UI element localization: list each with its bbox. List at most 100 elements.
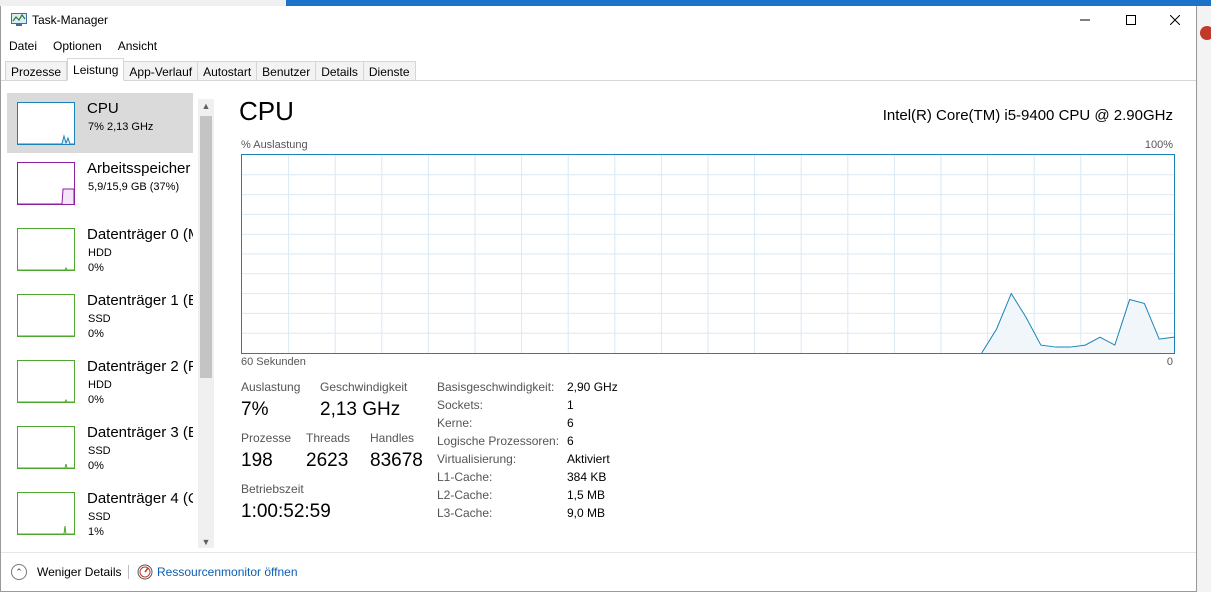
background-app: [1198, 0, 1211, 592]
sidebar-item-detail: HDD 0%: [88, 246, 112, 276]
less-details-link[interactable]: Weniger Details: [37, 565, 121, 579]
stat-label-betriebszeit: Betriebszeit: [241, 482, 304, 496]
graph-label-utilization: % Auslastung: [241, 139, 308, 151]
resource-monitor-icon[interactable]: [137, 564, 153, 580]
stat-value-prozesse: 198: [241, 450, 273, 471]
spec-value: 6: [567, 434, 574, 448]
sidebar-item-title: Arbeitsspeicher: [87, 160, 191, 177]
menu-datei[interactable]: Datei: [1, 36, 45, 56]
resource-monitor-link[interactable]: Ressourcenmonitor öffnen: [157, 565, 298, 579]
footer-bar: ⌃ Weniger Details Ressourcenmonitor öffn…: [1, 552, 1196, 590]
graph-label-max: 100%: [1144, 139, 1173, 151]
minimize-button[interactable]: [1062, 6, 1108, 34]
spec-label: Virtualisierung:: [437, 452, 517, 466]
disk-type: SSD: [88, 445, 111, 457]
sidebar-scrollbar[interactable]: ▲ ▼: [198, 99, 214, 548]
sidebar-item-title: Datenträger 3 (E: [87, 424, 193, 441]
disk-thumbnail-graph: [17, 294, 75, 337]
spec-value: 2,90 GHz: [567, 380, 618, 394]
stat-value-betriebszeit: 1:00:52:59: [241, 501, 331, 522]
tab-autostart[interactable]: Autostart: [198, 61, 258, 81]
spec-label: L3-Cache:: [437, 506, 493, 520]
sidebar-item-datentraeger-3[interactable]: Datenträger 3 (E SSD 0%: [7, 417, 193, 477]
spec-value: Aktiviert: [567, 452, 610, 466]
disk-usage: 0%: [88, 328, 104, 340]
disk-thumbnail-graph: [17, 492, 75, 535]
stat-label-geschwindigkeit: Geschwindigkeit: [320, 380, 408, 394]
stat-label-auslastung: Auslastung: [241, 380, 301, 394]
stat-label-prozesse: Prozesse: [241, 431, 292, 445]
disk-usage: 0%: [88, 460, 104, 472]
cpu-usage-area: [981, 293, 1174, 353]
sidebar-item-detail: SSD 1%: [88, 510, 111, 540]
sidebar-item-datentraeger-2[interactable]: Datenträger 2 (F HDD 0%: [7, 351, 193, 411]
task-manager-window: Task-Manager Datei Optionen Ansicht Proz…: [0, 6, 1197, 592]
sidebar-item-title: Datenträger 2 (F: [87, 358, 193, 375]
sidebar-item-datentraeger-1[interactable]: Datenträger 1 (E SSD 0%: [7, 285, 193, 345]
disk-type: HDD: [88, 379, 112, 391]
disk-type: HDD: [88, 247, 112, 259]
sidebar-item-title: Datenträger 1 (E: [87, 292, 193, 309]
menu-optionen[interactable]: Optionen: [45, 36, 110, 56]
tab-app-verlauf[interactable]: App-Verlauf: [124, 61, 199, 81]
tab-details[interactable]: Details: [316, 61, 364, 81]
stat-label-handles: Handles: [370, 431, 415, 445]
stat-label-threads: Threads: [306, 431, 351, 445]
cpu-usage-graph-svg: [242, 155, 1174, 353]
page-title: CPU: [239, 96, 294, 126]
graph-label-time: 60 Sekunden: [241, 356, 306, 368]
chevron-up-icon[interactable]: ⌃: [11, 564, 27, 580]
background-blue-bar: [1198, 0, 1211, 6]
sidebar-item-detail: HDD 0%: [88, 378, 112, 408]
sidebar-item-datentraeger-4[interactable]: Datenträger 4 (C SSD 1%: [7, 483, 193, 543]
sidebar-item-title: Datenträger 0 (M: [87, 226, 193, 243]
close-button[interactable]: [1152, 6, 1198, 34]
spec-label: L1-Cache:: [437, 470, 493, 484]
tab-leistung[interactable]: Leistung: [67, 58, 125, 81]
graph-label-zero: 0: [1166, 356, 1173, 368]
background-badge-icon: [1200, 26, 1211, 40]
sidebar-item-detail: SSD 0%: [88, 312, 111, 342]
menu-bar: Datei Optionen Ansicht: [1, 36, 165, 56]
footer-separator: [128, 565, 129, 579]
spec-value: 1,5 MB: [567, 488, 606, 502]
spec-label: L2-Cache:: [437, 488, 493, 502]
sidebar-item-title: Datenträger 4 (C: [87, 490, 193, 507]
close-icon: [1170, 15, 1180, 25]
scrollbar-thumb[interactable]: [200, 116, 212, 378]
disk-usage: 0%: [88, 394, 104, 406]
maximize-icon: [1126, 15, 1136, 25]
tab-prozesse[interactable]: Prozesse: [5, 61, 68, 81]
tab-dienste[interactable]: Dienste: [363, 61, 416, 81]
cpu-model: Intel(R) Core(TM) i5-9400 CPU @ 2.90GHz: [882, 107, 1173, 124]
spec-value: 1: [567, 398, 574, 412]
scroll-down-arrow-icon[interactable]: ▼: [198, 535, 214, 548]
scroll-up-arrow-icon[interactable]: ▲: [198, 99, 214, 113]
sidebar-item-detail: 7% 2,13 GHz: [88, 121, 154, 133]
spec-value: 9,0 MB: [567, 506, 606, 520]
window-title: Task-Manager: [32, 13, 109, 27]
sidebar-item-datentraeger-0[interactable]: Datenträger 0 (M HDD 0%: [7, 219, 193, 279]
cpu-usage-graph: [241, 154, 1175, 354]
spec-label: Logische Prozessoren:: [437, 434, 560, 448]
tab-benutzer[interactable]: Benutzer: [257, 61, 317, 81]
task-manager-icon: [11, 13, 27, 26]
sidebar-item-cpu[interactable]: CPU 7% 2,13 GHz: [7, 93, 193, 153]
disk-type: SSD: [88, 511, 111, 523]
disk-usage: 1%: [88, 526, 104, 538]
stat-value-handles: 83678: [370, 450, 423, 471]
memory-thumbnail-graph: [17, 162, 75, 205]
stat-value-auslastung: 7%: [241, 399, 269, 420]
disk-thumbnail-graph: [17, 360, 75, 403]
sidebar-item-arbeitsspeicher[interactable]: Arbeitsspeicher 5,9/15,9 GB (37%): [7, 153, 193, 213]
title-bar[interactable]: Task-Manager: [1, 6, 1196, 34]
tab-bar: Prozesse Leistung App-Verlauf Autostart …: [5, 58, 416, 81]
disk-thumbnail-graph: [17, 426, 75, 469]
menu-ansicht[interactable]: Ansicht: [110, 36, 165, 56]
maximize-button[interactable]: [1108, 6, 1154, 34]
disk-type: SSD: [88, 313, 111, 325]
spec-value: 6: [567, 416, 574, 430]
graph-grid: [242, 155, 1174, 353]
spec-label: Basisgeschwindigkeit:: [437, 380, 555, 394]
cpu-thumbnail-graph: [17, 102, 75, 145]
